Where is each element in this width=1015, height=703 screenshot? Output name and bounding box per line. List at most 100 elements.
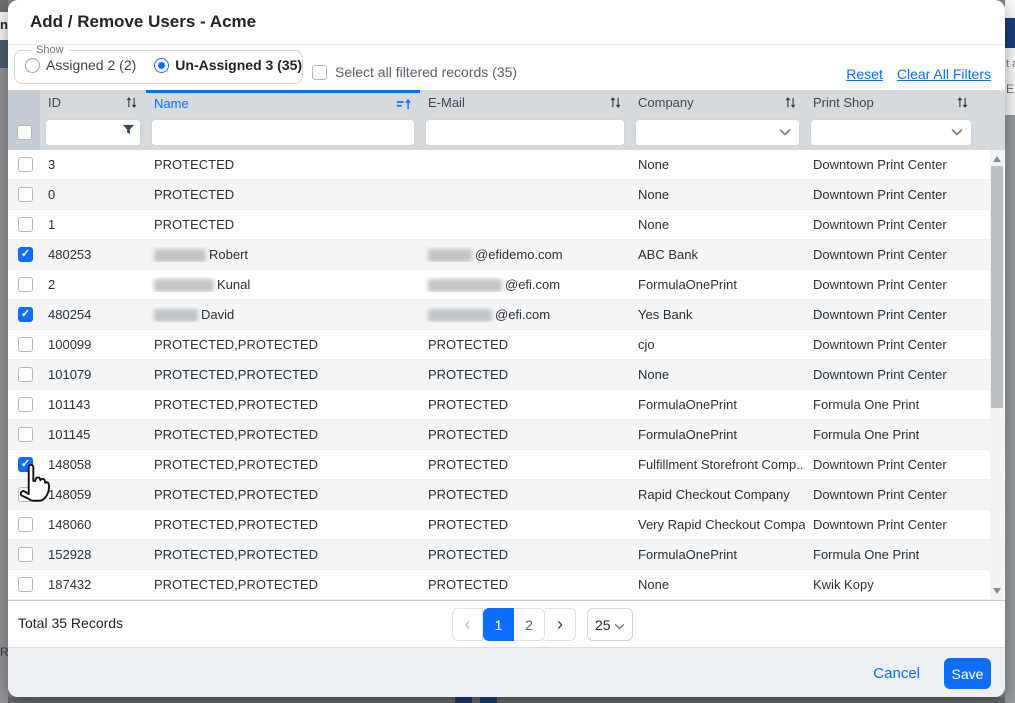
funnel-icon[interactable]: [122, 123, 135, 141]
cell-id: 2: [40, 277, 146, 292]
sort-icon[interactable]: [784, 96, 797, 109]
scroll-down-icon[interactable]: [990, 584, 1004, 598]
scrollbar-thumb[interactable]: [991, 166, 1003, 408]
row-select-cell: [8, 367, 40, 382]
table-row[interactable]: 101143PROTECTED,PROTECTEDPROTECTEDFormul…: [8, 390, 1005, 420]
cell-company: None: [630, 157, 805, 172]
table-row[interactable]: 101079PROTECTED,PROTECTEDPROTECTEDNoneDo…: [8, 360, 1005, 390]
radio-button-icon[interactable]: [154, 58, 169, 73]
page-button-2[interactable]: 2: [514, 608, 545, 641]
row-checkbox[interactable]: [18, 577, 33, 592]
sort-icon[interactable]: [125, 96, 138, 109]
row-checkbox[interactable]: [18, 337, 33, 352]
sort-icon[interactable]: [609, 96, 622, 109]
table-row[interactable]: 2Kunal@efi.comFormulaOnePrintDowntown Pr…: [8, 270, 1005, 300]
page-size-select[interactable]: 25: [587, 608, 633, 641]
select-all-filtered[interactable]: Select all filtered records (35): [312, 64, 517, 80]
cell-email: PROTECTED: [420, 487, 630, 502]
row-select-cell: ✓: [8, 247, 40, 262]
cell-printshop: Formula One Print: [805, 397, 977, 412]
scroll-up-icon[interactable]: [990, 152, 1004, 166]
row-checkbox[interactable]: [18, 487, 33, 502]
next-page-button[interactable]: ›: [545, 608, 576, 641]
add-remove-users-dialog: Add / Remove Users - Acme Show Assigned …: [8, 0, 1005, 697]
sort-asc-icon[interactable]: [397, 98, 412, 110]
row-checkbox[interactable]: [18, 427, 33, 442]
row-checkbox[interactable]: ✓: [18, 247, 33, 262]
header-printshop[interactable]: Print Shop: [805, 90, 977, 114]
name-filter-input[interactable]: [151, 119, 415, 146]
row-select-cell: [8, 517, 40, 532]
row-checkbox[interactable]: [18, 367, 33, 382]
table-body: 3PROTECTEDNoneDowntown Print Center0PROT…: [8, 150, 1005, 600]
sort-icon[interactable]: [956, 96, 969, 109]
background-text-fragment: n: [0, 12, 8, 40]
filter-gutter: [977, 114, 1005, 150]
cell-email: @efi.com: [420, 307, 630, 322]
table-header-row: ID Name E-Mail Company Print Shop: [8, 90, 1005, 114]
row-checkbox[interactable]: [18, 517, 33, 532]
page-button-1[interactable]: 1: [483, 608, 514, 641]
prev-page-button[interactable]: ‹: [452, 608, 483, 641]
cancel-button[interactable]: Cancel: [873, 665, 920, 682]
header-printshop-label: Print Shop: [813, 95, 952, 110]
table-row[interactable]: 152928PROTECTED,PROTECTEDPROTECTEDFormul…: [8, 540, 1005, 570]
row-checkbox[interactable]: [18, 157, 33, 172]
row-checkbox[interactable]: [18, 187, 33, 202]
table-row[interactable]: ✓480253Robert@efidemo.comABC BankDowntow…: [8, 240, 1005, 270]
table-row[interactable]: 100099PROTECTED,PROTECTEDPROTECTEDcjoDow…: [8, 330, 1005, 360]
header-email[interactable]: E-Mail: [420, 90, 630, 114]
background-fragment: [480, 697, 497, 703]
redacted-text: [154, 309, 198, 322]
row-checkbox[interactable]: ✓: [18, 307, 33, 322]
select-page-checkbox[interactable]: [17, 125, 32, 140]
row-checkbox[interactable]: [18, 217, 33, 232]
radio-unassigned[interactable]: Un-Assigned 3 (35): [154, 57, 302, 73]
cell-printshop: Formula One Print: [805, 427, 977, 442]
table-row[interactable]: ✓480254David@efi.comYes BankDowntown Pri…: [8, 300, 1005, 330]
cell-email: PROTECTED: [420, 457, 630, 472]
header-company-label: Company: [638, 95, 780, 110]
clear-all-filters-link[interactable]: Clear All Filters: [897, 66, 991, 82]
background-fragment: [0, 0, 8, 12]
reset-link[interactable]: Reset: [846, 66, 883, 82]
header-name[interactable]: Name: [146, 90, 420, 114]
radio-assigned[interactable]: Assigned 2 (2): [25, 57, 136, 73]
table-row[interactable]: 0PROTECTEDNoneDowntown Print Center: [8, 180, 1005, 210]
table-row[interactable]: ✓148058PROTECTED,PROTECTEDPROTECTEDFulfi…: [8, 450, 1005, 480]
cell-name: Robert: [146, 247, 420, 262]
table-row[interactable]: 148060PROTECTED,PROTECTEDPROTECTEDVery R…: [8, 510, 1005, 540]
header-id[interactable]: ID: [40, 90, 146, 114]
row-checkbox[interactable]: ✓: [18, 457, 33, 472]
id-filter-wrap: [45, 119, 141, 146]
save-button[interactable]: Save: [944, 658, 991, 689]
printshop-filter-select[interactable]: [810, 119, 972, 146]
cell-printshop: Downtown Print Center: [805, 367, 977, 382]
header-company[interactable]: Company: [630, 90, 805, 114]
cell-id: 148060: [40, 517, 146, 532]
row-checkbox[interactable]: [18, 547, 33, 562]
cell-name: PROTECTED: [146, 187, 420, 202]
email-filter-input[interactable]: [425, 119, 625, 146]
radio-button-icon[interactable]: [25, 58, 40, 73]
table-row[interactable]: 187432PROTECTED,PROTECTEDPROTECTEDNoneKw…: [8, 570, 1005, 600]
header-gutter: [977, 90, 1005, 114]
filter-company-cell: [630, 114, 805, 150]
cell-name: PROTECTED,PROTECTED: [146, 577, 420, 592]
background-page-left-sliver: n Re: [0, 0, 8, 703]
redacted-text: [428, 279, 502, 292]
table-row[interactable]: 3PROTECTEDNoneDowntown Print Center: [8, 150, 1005, 180]
table-row[interactable]: 148059PROTECTED,PROTECTEDPROTECTEDRapid …: [8, 480, 1005, 510]
select-all-checkbox[interactable]: [312, 65, 327, 80]
cell-email: PROTECTED: [420, 517, 630, 532]
row-checkbox[interactable]: [18, 277, 33, 292]
vertical-scrollbar[interactable]: [990, 150, 1004, 600]
background-page-bottom-sliver: [8, 697, 1005, 703]
cell-id: 148059: [40, 487, 146, 502]
row-checkbox[interactable]: [18, 397, 33, 412]
cell-printshop: Downtown Print Center: [805, 337, 977, 352]
cell-printshop: Formula One Print: [805, 547, 977, 562]
table-row[interactable]: 101145PROTECTED,PROTECTEDPROTECTEDFormul…: [8, 420, 1005, 450]
table-row[interactable]: 1PROTECTEDNoneDowntown Print Center: [8, 210, 1005, 240]
company-filter-select[interactable]: [635, 119, 800, 146]
